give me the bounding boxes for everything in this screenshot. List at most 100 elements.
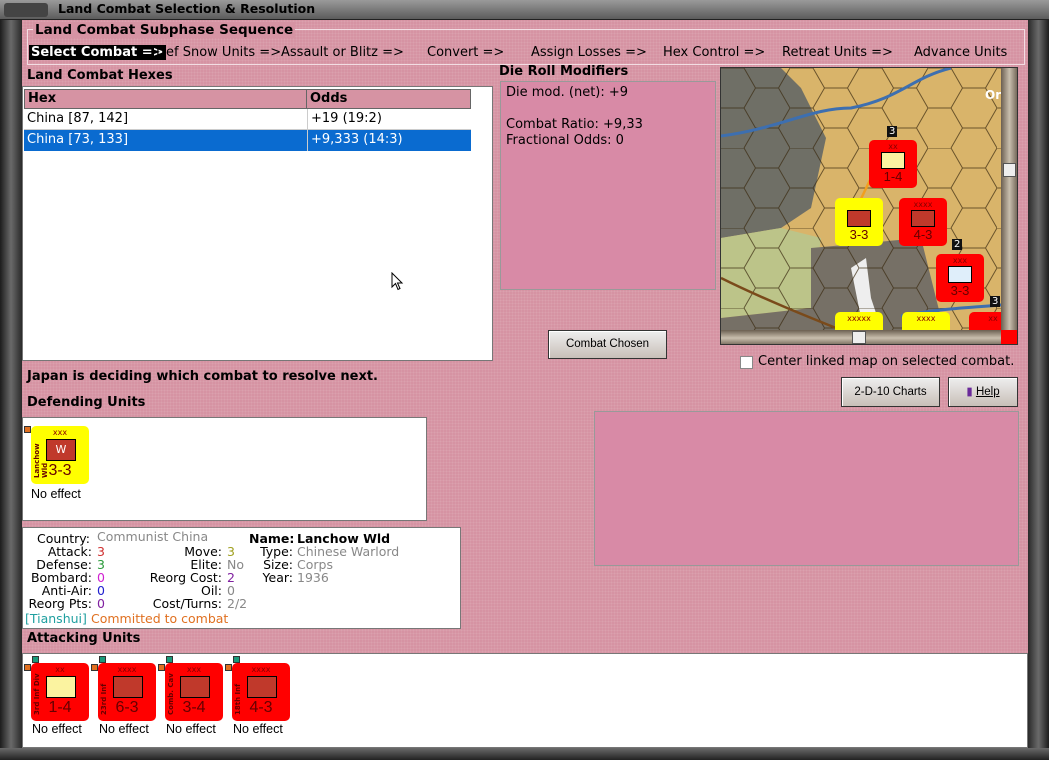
hex-cell: China [87, 142] [24, 109, 307, 130]
die-roll-modifiers-label: Die Roll Modifiers [499, 64, 629, 79]
combat-result-panel [594, 411, 1019, 566]
step-retreat-units: Retreat Units => [782, 45, 893, 60]
unit-size: xx [888, 142, 898, 151]
unit-marker [24, 426, 31, 433]
reorg-pts-value: 0 [97, 596, 105, 611]
subphase-sequence-title: Land Combat Subphase Sequence [33, 22, 296, 38]
center-map-checkbox[interactable] [740, 356, 753, 369]
window-title: Land Combat Selection & Resolution [58, 1, 316, 16]
unit-strength: 3-4 [182, 699, 206, 716]
die-mod-net: Die mod. (net): +9 [506, 85, 629, 100]
country-value: Communist China [97, 529, 209, 544]
center-map-label: Center linked map on selected combat. [758, 354, 1015, 369]
unit-marker [91, 664, 98, 671]
land-combat-hexes-label: Land Combat Hexes [27, 68, 173, 83]
cost-turns-label: Cost/Turns: [152, 596, 222, 611]
unit-marker [32, 656, 39, 663]
column-header-odds[interactable]: Odds [306, 89, 471, 109]
unit-marker [225, 664, 232, 671]
unit-symbol-icon [881, 152, 905, 169]
unit-marker [233, 656, 240, 663]
unit-strength: 3-3 [849, 227, 869, 242]
unit-info-panel: Country: Communist China Attack: 3 Defen… [22, 527, 461, 629]
defending-unit[interactable]: xxx Lanchow Wld W 3-3 [31, 426, 89, 484]
scroll-thumb[interactable] [852, 331, 866, 344]
combat-result: No effect [31, 487, 81, 501]
attacking-units-panel: xx 3rd Inf Div 1-4 No effect xxxx 23rd Inf 6… [22, 653, 1028, 748]
table-row[interactable]: China [87, 142] +19 (19:2) [24, 109, 471, 130]
die-roll-modifiers-panel: Die mod. (net): +9 Combat Ratio: +9,33 F… [500, 81, 716, 290]
help-book-icon: ▮ [966, 386, 973, 398]
unit-symbol-icon [847, 210, 871, 227]
unit-symbol-icon [948, 266, 972, 283]
status-message: Japan is deciding which combat to resolv… [27, 369, 378, 384]
attacking-unit[interactable]: xxxx 23rd Inf 6-3 [98, 663, 156, 721]
unit-marker [99, 656, 106, 663]
odds-cell: +9,333 (14:3) [307, 130, 471, 151]
window-border-bottom [0, 748, 1049, 760]
step-assign-losses: Assign Losses => [531, 45, 647, 60]
unit-status: Committed to combat [91, 611, 229, 626]
year-label: Year: [262, 570, 293, 585]
help-button[interactable]: ▮ Help [948, 377, 1018, 407]
table-row-selected[interactable]: China [73, 133] +9,333 (14:3) [24, 130, 471, 151]
attacking-unit[interactable]: xx 3rd Inf Div 1-4 [31, 663, 89, 721]
unit-strength: 1-4 [48, 699, 72, 716]
map-horizontal-scrollbar[interactable] [721, 330, 1001, 344]
step-select-combat: Select Combat => [29, 45, 166, 60]
unit-size: xxxx [916, 314, 936, 323]
unit-marker [158, 664, 165, 671]
step-def-snow-units: Def Snow Units => [156, 45, 282, 60]
stack-count: 3 [887, 126, 898, 137]
unit-strength: 3-3 [48, 462, 72, 479]
scroll-thumb[interactable] [1003, 163, 1016, 177]
unit-strength: 4-3 [913, 227, 933, 242]
window-border-left [0, 20, 22, 760]
attacking-units-label: Attacking Units [27, 631, 141, 646]
attacking-unit[interactable]: xxxx 18th Inf 4-3 [232, 663, 290, 721]
map-vertical-scrollbar[interactable] [1001, 68, 1017, 330]
unit-symbol-icon: W [46, 439, 76, 461]
map-unit[interactable]: xxxx 4-3 [899, 198, 947, 246]
unit-symbol-icon [46, 676, 76, 698]
attacking-unit[interactable]: xxx Comb. Cav 3-4 [165, 663, 223, 721]
fractional-odds: Fractional Odds: 0 [506, 133, 624, 148]
combat-result: No effect [32, 722, 82, 736]
unit-symbol-icon [180, 676, 210, 698]
combat-result: No effect [99, 722, 149, 736]
charts-button[interactable]: 2-D-10 Charts [841, 377, 940, 407]
linked-map[interactable]: Ord xx 1-4 xxxx 4-3 3-3 xxx 3-3 xxxxx xxxx … [720, 67, 1018, 345]
step-hex-control: Hex Control => [663, 45, 766, 60]
unit-symbol-icon [247, 676, 277, 698]
unit-size: xxx [952, 256, 968, 265]
unit-size: xxxxx [847, 314, 871, 323]
unit-strength: 1-4 [883, 169, 903, 184]
stack-count: 3 [990, 296, 1001, 307]
combat-result: No effect [233, 722, 283, 736]
help-label: Help [975, 386, 1000, 398]
mouse-cursor-icon [391, 272, 404, 291]
column-header-hex[interactable]: Hex [24, 89, 307, 109]
odds-cell: +19 (19:2) [307, 109, 471, 130]
step-advance-units: Advance Units [914, 45, 1008, 60]
combat-result: No effect [166, 722, 216, 736]
unit-strength: 3-3 [950, 283, 970, 298]
unit-size: xxxx [913, 200, 933, 209]
defending-units-label: Defending Units [27, 395, 146, 410]
step-assault-or-blitz: Assault or Blitz => [281, 45, 404, 60]
map-unit[interactable]: xx 1-4 [869, 140, 917, 188]
stack-count: 2 [952, 239, 963, 250]
window-menu-icon[interactable] [4, 3, 48, 17]
unit-strength: 6-3 [115, 699, 139, 716]
combat-ratio: Combat Ratio: +9,33 [506, 117, 643, 132]
title-bar: Land Combat Selection & Resolution [0, 0, 1049, 20]
unit-marker [24, 664, 31, 671]
year-value: 1936 [297, 570, 329, 585]
cost-turns-value: 2/2 [227, 596, 248, 611]
combat-chosen-button[interactable]: Combat Chosen [548, 330, 667, 359]
map-unit-defender[interactable]: 3-3 [835, 198, 883, 246]
unit-symbol-icon [113, 676, 143, 698]
unit-location: [Tianshui] [25, 611, 87, 626]
map-unit[interactable]: xxx 3-3 [936, 254, 984, 302]
land-combat-hexes-table: Hex Odds China [87, 142] +19 (19:2) Chin… [22, 86, 493, 361]
